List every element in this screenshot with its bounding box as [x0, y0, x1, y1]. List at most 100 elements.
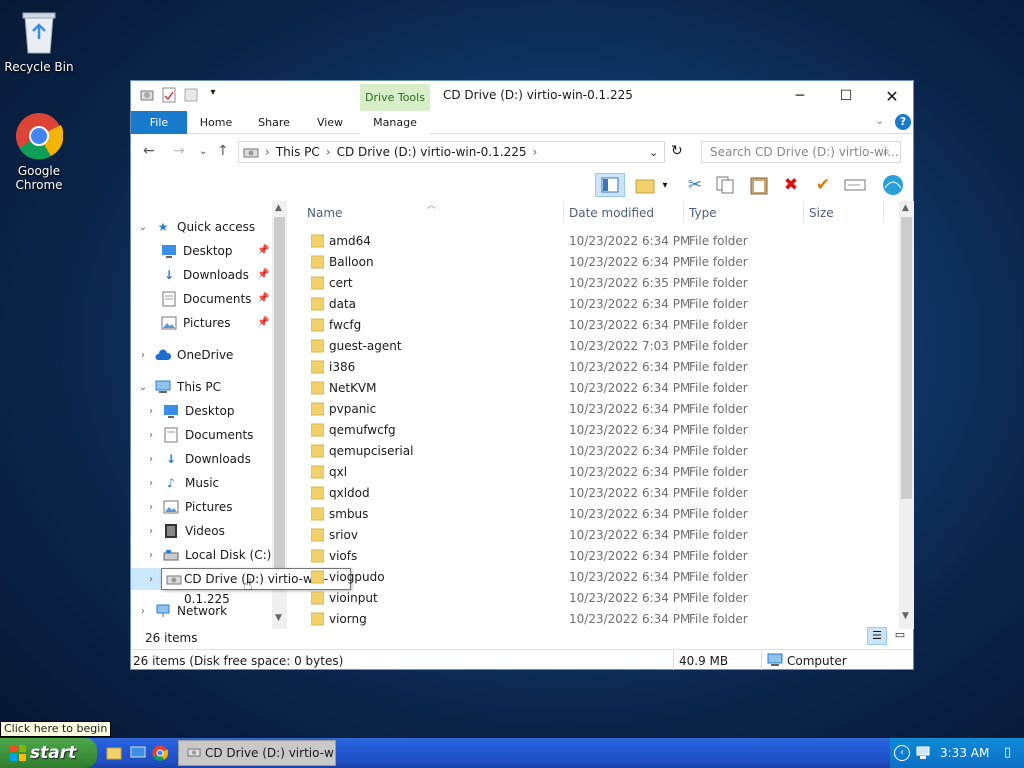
forward-button[interactable]: → [173, 143, 185, 159]
back-button[interactable]: ← [143, 143, 155, 159]
scroll-up-icon[interactable]: ▲ [275, 203, 282, 213]
copy-icon[interactable] [713, 173, 737, 197]
nav-scrollbar-thumb[interactable] [274, 217, 285, 587]
search-input[interactable]: Search CD Drive (D:) virtio-wi... [701, 141, 901, 163]
pin-icon[interactable]: 📌 [257, 269, 269, 280]
column-size[interactable]: Size [809, 206, 834, 220]
properties-icon[interactable] [161, 87, 177, 103]
nav-this-pc[interactable]: ⌄ This PC [137, 376, 221, 398]
drive-icon[interactable] [139, 87, 155, 103]
properties-check-icon[interactable]: ✔ [811, 173, 835, 197]
new-folder-icon[interactable] [183, 87, 199, 103]
paste-icon[interactable] [747, 173, 771, 197]
file-list-scrollbar[interactable]: ▲ ▼ [899, 201, 914, 629]
chevron-right-icon[interactable]: › [137, 350, 149, 361]
table-row[interactable]: NetKVM 10/23/2022 6:34 PM File folder [289, 378, 899, 399]
nav-pc-pictures[interactable]: › Pictures [145, 496, 233, 518]
ribbon-expand-icon[interactable]: ⌄ [875, 114, 884, 127]
chevron-right-icon[interactable]: › [145, 526, 157, 537]
table-row[interactable]: vioinput 10/23/2022 6:34 PM File folder [289, 588, 899, 609]
minimize-button[interactable]: ─ [777, 81, 823, 111]
pin-icon[interactable]: 📌 [257, 317, 269, 328]
chevron-down-icon[interactable]: ⌄ [137, 382, 149, 393]
address-dropdown-icon[interactable]: ⌄ [649, 146, 658, 159]
table-row[interactable]: sriov 10/23/2022 6:34 PM File folder [289, 525, 899, 546]
chevron-right-icon[interactable]: › [145, 478, 157, 489]
tray-expand-icon[interactable]: ‹ [894, 745, 910, 761]
nav-quick-access[interactable]: ⌄ ★ Quick access [137, 216, 255, 238]
help-icon[interactable]: ? [895, 114, 911, 130]
up-button[interactable]: ↑ [217, 143, 229, 159]
tab-file[interactable]: File [131, 111, 187, 134]
nav-qa-desktop[interactable]: Desktop [161, 240, 233, 262]
tab-view[interactable]: View [307, 111, 353, 134]
task-button-explorer[interactable]: CD Drive (D:) virtio-wi... [178, 740, 336, 766]
chevron-down-icon[interactable]: ▾ [659, 173, 671, 197]
table-row[interactable]: qemufwcfg 10/23/2022 6:34 PM File folder [289, 420, 899, 441]
chrome-quicklaunch-icon[interactable] [152, 745, 169, 764]
nav-pc-documents[interactable]: › Documents [145, 424, 253, 446]
preview-pane-icon[interactable] [595, 173, 625, 197]
pin-icon[interactable]: 📌 [257, 245, 269, 256]
nav-qa-downloads[interactable]: ↓ Downloads [161, 264, 249, 286]
nav-pc-music[interactable]: › ♪ Music [145, 472, 219, 494]
address-bar[interactable]: › This PC › CD Drive (D:) virtio-win-0.1… [238, 141, 665, 163]
delete-icon[interactable]: ✖ [779, 173, 803, 197]
rename-icon[interactable] [843, 173, 867, 197]
nav-pc-desktop[interactable]: › Desktop [145, 400, 235, 422]
chevron-right-icon[interactable]: › [145, 430, 157, 441]
tab-home[interactable]: Home [193, 111, 239, 134]
network-tray-icon[interactable] [916, 745, 932, 764]
table-row[interactable]: viofs 10/23/2022 6:34 PM File folder [289, 546, 899, 567]
refresh-button[interactable]: ↻ [671, 143, 683, 159]
chevron-right-icon[interactable]: › [145, 454, 157, 465]
chevron-right-icon[interactable]: › [145, 406, 157, 417]
large-icons-view-icon[interactable]: ▭ [891, 627, 909, 645]
file-list-scrollbar-thumb[interactable] [901, 217, 912, 499]
nav-scrollbar[interactable]: ▲ ▼ [272, 201, 287, 629]
title-bar[interactable]: ▾ Drive Tools CD Drive (D:) virtio-win-0… [131, 81, 913, 111]
table-row[interactable]: viorng 10/23/2022 6:34 PM File folder [289, 609, 899, 630]
shell-icon[interactable] [881, 173, 905, 197]
column-date[interactable]: Date modified [569, 206, 654, 220]
scroll-down-icon[interactable]: ▼ [902, 611, 909, 621]
chevron-down-icon[interactable]: ⌄ [137, 222, 149, 233]
new-folder-toolbar-icon[interactable] [633, 173, 657, 197]
nav-onedrive[interactable]: › OneDrive [137, 344, 233, 366]
nav-qa-documents[interactable]: Documents [161, 288, 251, 310]
chrome-desktop-icon[interactable]: Google Chrome [1, 112, 77, 192]
nav-qa-pictures[interactable]: Pictures [161, 312, 231, 334]
recent-locations-button[interactable]: ⌄ [199, 146, 207, 157]
table-row[interactable]: pvpanic 10/23/2022 6:34 PM File folder [289, 399, 899, 420]
column-name[interactable]: Name [307, 206, 342, 220]
maximize-button[interactable]: ☐ [823, 81, 869, 111]
table-row[interactable]: data 10/23/2022 6:34 PM File folder [289, 294, 899, 315]
details-view-icon[interactable]: ☰ [867, 627, 887, 645]
scroll-up-icon[interactable]: ▲ [902, 203, 909, 213]
chevron-right-icon[interactable]: › [145, 550, 157, 561]
start-button[interactable]: start [0, 738, 97, 768]
table-row[interactable]: fwcfg 10/23/2022 6:34 PM File folder [289, 315, 899, 336]
desktop-quicklaunch-icon[interactable] [130, 745, 146, 764]
table-row[interactable]: qemupciserial 10/23/2022 6:34 PM File fold… [289, 441, 899, 462]
chevron-down-icon[interactable]: ▾ [205, 87, 221, 103]
cut-icon[interactable]: ✂ [683, 173, 707, 197]
table-row[interactable]: viogpudo 10/23/2022 6:34 PM File folder [289, 567, 899, 588]
table-row[interactable]: Balloon 10/23/2022 6:34 PM File folder [289, 252, 899, 273]
notification-icon[interactable]: ▯ [1004, 745, 1011, 760]
column-type[interactable]: Type [689, 206, 717, 220]
table-row[interactable]: cert 10/23/2022 6:35 PM File folder [289, 273, 899, 294]
scroll-down-icon[interactable]: ▼ [275, 613, 282, 623]
table-row[interactable]: guest-agent 10/23/2022 7:03 PM File folder [289, 336, 899, 357]
recycle-bin-desktop-icon[interactable]: Recycle Bin [1, 8, 77, 74]
table-row[interactable]: i386 10/23/2022 6:34 PM File folder [289, 357, 899, 378]
nav-local-disk[interactable]: › Local Disk (C:) [145, 544, 271, 566]
tab-share[interactable]: Share [251, 111, 297, 134]
table-row[interactable]: amd64 10/23/2022 6:34 PM File folder [289, 231, 899, 252]
chevron-right-icon[interactable]: › [145, 502, 157, 513]
table-row[interactable]: qxl 10/23/2022 6:34 PM File folder [289, 462, 899, 483]
close-button[interactable]: ✕ [869, 81, 915, 111]
chevron-right-icon[interactable]: › [137, 606, 149, 617]
address-segment-this-pc[interactable]: This PC [276, 145, 320, 159]
table-row[interactable]: smbus 10/23/2022 6:34 PM File folder [289, 504, 899, 525]
